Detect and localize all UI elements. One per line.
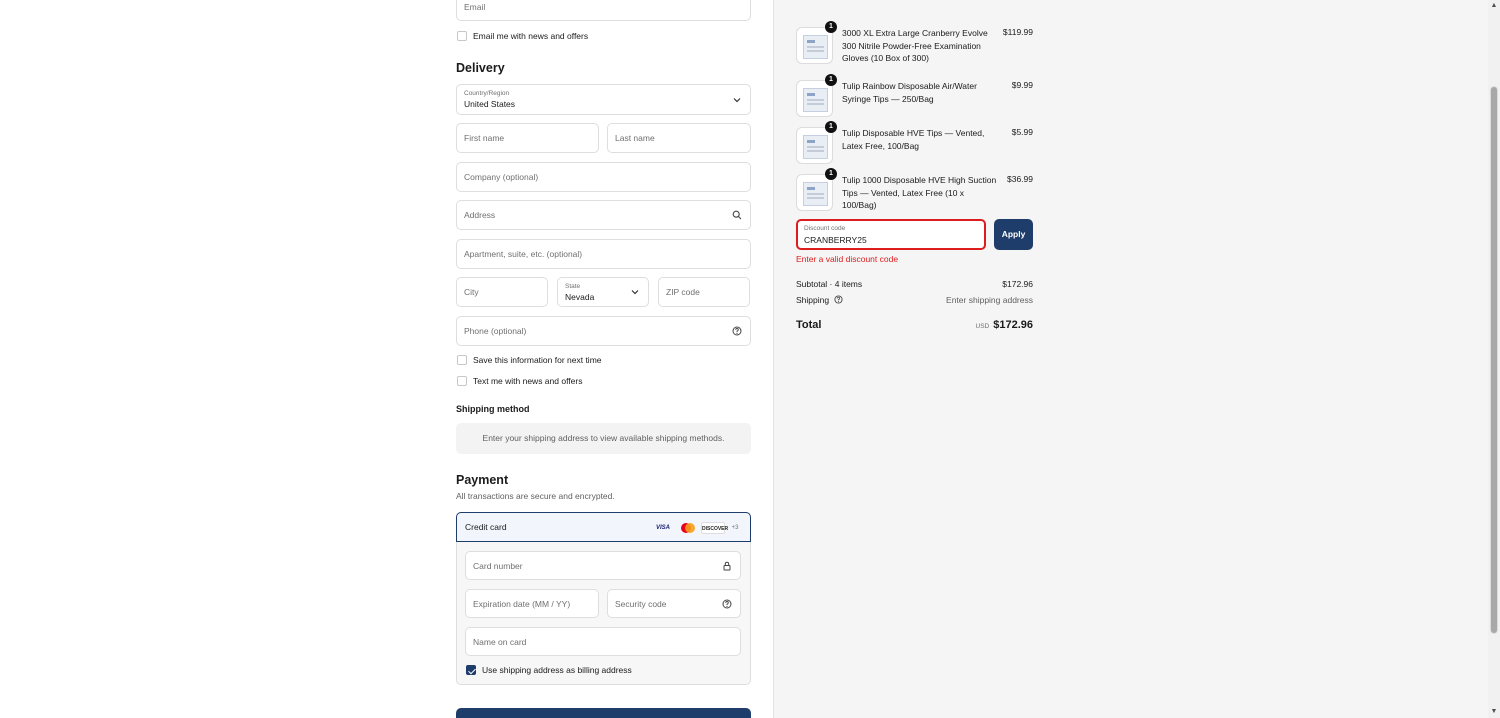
apartment-field[interactable]: Apartment, suite, etc. (optional): [456, 239, 751, 269]
product-price: $36.99: [1007, 174, 1033, 184]
text-news-label: Text me with news and offers: [473, 376, 583, 386]
product-name: 3000 XL Extra Large Cranberry Evolve 300…: [842, 28, 988, 63]
zip-field[interactable]: ZIP code: [658, 277, 750, 307]
quantity-badge: 1: [825, 74, 837, 86]
checkout-form-panel: Email Email me with news and offers Deli…: [0, 0, 773, 718]
zip-placeholder: ZIP code: [666, 287, 700, 297]
total-value: $172.96: [993, 319, 1033, 331]
billing-same-label: Use shipping address as billing address: [482, 665, 632, 675]
credit-card-option[interactable]: Credit card VISA DISCOVER +3: [456, 512, 751, 542]
name-on-card-placeholder: Name on card: [473, 636, 527, 647]
total-label: Total: [796, 319, 822, 331]
city-field[interactable]: City: [456, 277, 548, 307]
page-scrollbar[interactable]: ▲ ▼: [1488, 0, 1500, 718]
phone-placeholder: Phone (optional): [464, 326, 527, 336]
state-label: State: [565, 283, 581, 290]
last-name-field[interactable]: Last name: [607, 123, 751, 153]
shipping-label: Shipping: [796, 295, 830, 305]
product-price: $5.99: [1011, 127, 1033, 137]
first-name-field[interactable]: First name: [456, 123, 599, 153]
product-image: [796, 80, 833, 117]
shipping-method-heading: Shipping method: [456, 404, 530, 414]
credit-card-label: Credit card: [465, 522, 507, 532]
help-icon[interactable]: [834, 295, 844, 304]
order-item: 1 Tulip Rainbow Disposable Air/Water Syr…: [796, 74, 1033, 120]
shipping-value: Enter shipping address: [946, 295, 1033, 305]
country-value: United States: [464, 99, 516, 109]
order-item: 1 Tulip 1000 Disposable HVE High Suction…: [796, 168, 1033, 214]
currency-code: USD: [975, 323, 990, 330]
scroll-down-icon[interactable]: ▼: [1488, 706, 1500, 718]
security-code-field[interactable]: Security code: [607, 589, 741, 618]
country-label: Country/Region: [464, 90, 510, 97]
help-icon[interactable]: [732, 326, 742, 336]
quantity-badge: 1: [825, 121, 837, 133]
save-info-label: Save this information for next time: [473, 355, 602, 365]
billing-same-checkbox[interactable]: [466, 665, 476, 675]
address-field[interactable]: Address: [456, 200, 751, 230]
expiry-placeholder: Expiration date (MM / YY): [473, 598, 571, 609]
company-field[interactable]: Company (optional): [456, 162, 751, 192]
discount-code-value: CRANBERRY25: [804, 235, 867, 245]
chevron-down-icon: [733, 97, 741, 102]
apartment-placeholder: Apartment, suite, etc. (optional): [464, 249, 583, 259]
quantity-badge: 1: [825, 21, 837, 33]
chevron-down-icon: [631, 290, 639, 295]
pay-now-button[interactable]: [456, 708, 751, 718]
help-icon[interactable]: [722, 599, 732, 609]
more-cards-label: +3: [731, 525, 739, 531]
lock-icon: [723, 561, 731, 570]
name-on-card-field[interactable]: Name on card: [465, 627, 741, 656]
product-name: Tulip 1000 Disposable HVE High Suction T…: [842, 175, 997, 210]
scrollbar-thumb[interactable]: [1490, 86, 1498, 634]
order-item: 1 3000 XL Extra Large Cranberry Evolve 3…: [796, 21, 1033, 67]
product-price: $119.99: [1002, 27, 1033, 37]
card-number-placeholder: Card number: [473, 560, 523, 571]
product-image: [796, 27, 833, 64]
apply-discount-button[interactable]: Apply: [994, 219, 1033, 250]
country-select[interactable]: Country/Region United States: [456, 84, 751, 115]
expiry-field[interactable]: Expiration date (MM / YY): [465, 589, 599, 618]
product-image: [796, 174, 833, 211]
visa-icon: VISA: [655, 525, 670, 531]
email-placeholder: Email: [464, 2, 486, 12]
card-number-field[interactable]: Card number: [465, 551, 741, 580]
state-select[interactable]: State Nevada: [557, 277, 649, 307]
save-info-checkbox[interactable]: [457, 355, 467, 365]
payment-subtitle: All transactions are secure and encrypte…: [456, 491, 615, 501]
shipping-label-row: Shipping: [796, 295, 844, 305]
payment-heading: Payment: [456, 473, 509, 487]
discover-icon: DISCOVER: [701, 522, 728, 534]
search-icon: [732, 210, 742, 220]
scroll-up-icon[interactable]: ▲: [1488, 0, 1500, 12]
city-placeholder: City: [464, 287, 479, 297]
last-name-placeholder: Last name: [615, 133, 655, 143]
subtotal-label: Subtotal · 4 items: [796, 279, 863, 289]
order-item: 1 Tulip Disposable HVE Tips — Vented, La…: [796, 121, 1033, 167]
shipping-method-note: Enter your shipping address to view avai…: [456, 423, 751, 454]
text-news-checkbox[interactable]: [457, 376, 467, 386]
product-name: Tulip Disposable HVE Tips — Vented, Late…: [842, 128, 985, 151]
discount-error-message: Enter a valid discount code: [796, 254, 899, 264]
discount-code-label: Discount code: [804, 225, 846, 232]
email-news-label: Email me with news and offers: [473, 31, 589, 41]
discount-code-field[interactable]: Discount code CRANBERRY25: [796, 219, 986, 250]
total-row: USD $172.96: [976, 319, 1034, 331]
subtotal-value: $172.96: [1002, 279, 1033, 289]
delivery-heading: Delivery: [456, 61, 505, 75]
quantity-badge: 1: [825, 168, 837, 180]
email-news-checkbox[interactable]: [457, 31, 467, 41]
phone-field[interactable]: Phone (optional): [456, 316, 751, 346]
first-name-placeholder: First name: [464, 133, 505, 143]
company-placeholder: Company (optional): [464, 172, 539, 182]
product-name: Tulip Rainbow Disposable Air/Water Syrin…: [842, 81, 977, 104]
address-placeholder: Address: [464, 210, 496, 220]
mastercard-icon: [681, 523, 695, 533]
email-field[interactable]: Email: [456, 0, 751, 21]
security-code-placeholder: Security code: [615, 598, 667, 609]
product-image: [796, 127, 833, 164]
product-price: $9.99: [1011, 80, 1033, 90]
state-value: Nevada: [565, 292, 595, 302]
